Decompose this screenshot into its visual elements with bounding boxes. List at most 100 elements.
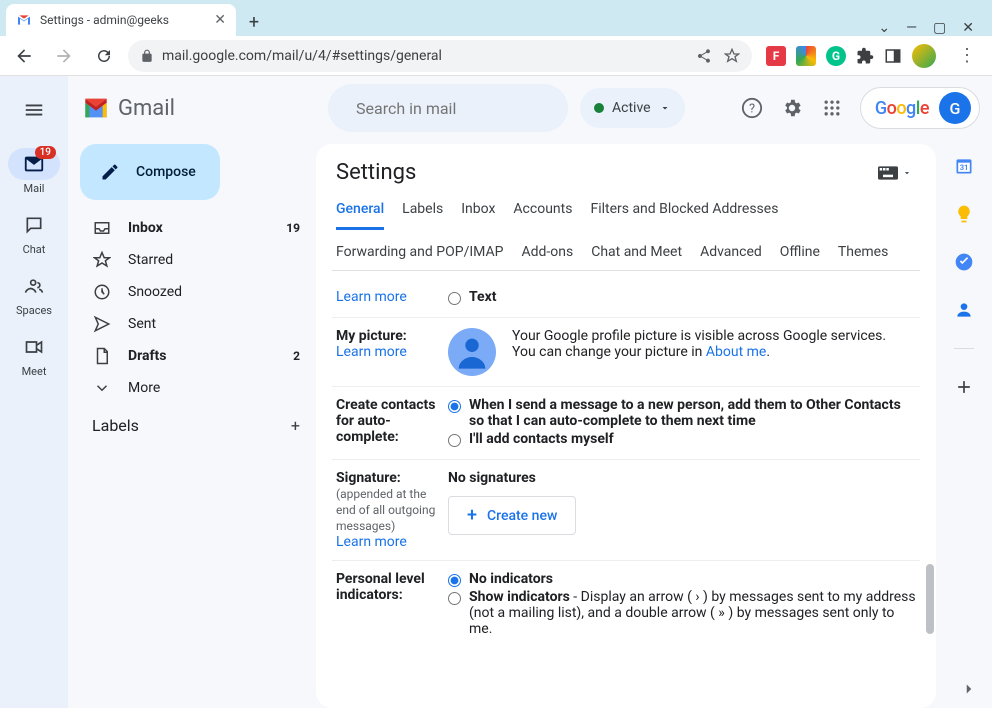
tab-offline[interactable]: Offline (780, 244, 820, 270)
folder-sent[interactable]: Sent (76, 308, 316, 340)
side-panel-icon[interactable] (884, 47, 902, 65)
folder-inbox[interactable]: Inbox 19 (76, 212, 316, 244)
folder-drafts[interactable]: Drafts 2 (76, 340, 316, 372)
minimize-icon[interactable]: — (906, 20, 917, 36)
main-menu-icon[interactable] (12, 88, 56, 132)
browser-tab[interactable]: Settings - admin@geeks ✕ (6, 4, 236, 36)
drop-icon[interactable]: ⌄ (878, 20, 890, 36)
contacts-manual-radio[interactable] (448, 434, 461, 447)
labels-header: Labels + (68, 404, 316, 443)
status-chip[interactable]: Active (580, 88, 685, 128)
tab-filters[interactable]: Filters and Blocked Addresses (590, 201, 778, 230)
tab-forwarding[interactable]: Forwarding and POP/IMAP (336, 244, 503, 270)
tasks-app-icon[interactable] (954, 252, 974, 272)
reload-button[interactable] (88, 40, 120, 72)
scrollbar-thumb[interactable] (926, 564, 934, 634)
text-radio[interactable] (448, 292, 461, 305)
chrome-profile-avatar[interactable] (912, 44, 936, 68)
calendar-app-icon[interactable]: 31 (954, 156, 974, 176)
maximize-icon[interactable]: ▢ (933, 20, 946, 36)
apps-icon[interactable] (820, 96, 844, 120)
show-indicators-radio[interactable] (448, 592, 461, 605)
create-signature-button[interactable]: + Create new (448, 496, 576, 535)
folder-snoozed[interactable]: Snoozed (76, 276, 316, 308)
tab-themes[interactable]: Themes (838, 244, 888, 270)
close-window-icon[interactable]: ✕ (962, 20, 974, 36)
forward-button[interactable] (48, 40, 80, 72)
bookmark-icon[interactable] (724, 48, 740, 64)
rail-label: Mail (24, 182, 45, 195)
ext-chrome-icon[interactable] (796, 46, 816, 66)
plus-icon: + (467, 505, 477, 526)
contacts-option-auto[interactable]: When I send a message to a new person, a… (448, 397, 916, 429)
contacts-auto-radio[interactable] (448, 400, 461, 413)
about-me-link[interactable]: About me (706, 344, 766, 360)
tab-accounts[interactable]: Accounts (513, 201, 572, 230)
search-input[interactable] (356, 99, 559, 118)
url-text: mail.google.com/mail/u/4/#settings/gener… (162, 48, 442, 64)
share-icon[interactable] (696, 48, 712, 64)
add-label-button[interactable]: + (291, 416, 300, 435)
learn-more-link[interactable]: Learn more (336, 344, 407, 360)
star-icon (92, 251, 112, 269)
contacts-option-manual[interactable]: I'll add contacts myself (448, 431, 916, 447)
spaces-icon (24, 276, 44, 296)
tab-advanced[interactable]: Advanced (700, 244, 762, 270)
rail-meet[interactable]: Meet (8, 325, 60, 384)
extensions-icon[interactable] (856, 47, 874, 65)
add-app-icon[interactable] (954, 377, 974, 397)
address-bar[interactable]: mail.google.com/mail/u/4/#settings/gener… (128, 40, 752, 72)
rail-mail[interactable]: 19 Mail (8, 142, 60, 201)
svg-text:31: 31 (960, 163, 969, 172)
google-account-box[interactable]: Google G (860, 87, 980, 129)
close-tab-icon[interactable]: ✕ (214, 12, 226, 28)
browser-toolbar: mail.google.com/mail/u/4/#settings/gener… (0, 36, 992, 76)
gmail-logo-icon (80, 92, 112, 124)
settings-title: Settings (336, 160, 416, 185)
pencil-icon (100, 162, 120, 182)
gmail-logo-text: Gmail (118, 96, 175, 121)
tab-chat[interactable]: Chat and Meet (591, 244, 682, 270)
account-avatar[interactable]: G (939, 92, 971, 124)
ext-grammarly-icon[interactable]: G (826, 46, 846, 66)
profile-picture[interactable] (448, 328, 496, 376)
file-icon (92, 347, 112, 365)
folder-starred[interactable]: Starred (76, 244, 316, 276)
tab-labels[interactable]: Labels (402, 201, 443, 230)
settings-body: Learn more Text My picture: Learn more (332, 271, 920, 671)
input-tools-button[interactable] (878, 166, 912, 180)
new-tab-button[interactable]: + (240, 8, 268, 36)
indicators-none[interactable]: No indicators (448, 571, 916, 587)
folder-list: Inbox 19 Starred Snoozed Sent Drafts 2 (68, 212, 316, 404)
chevron-down-icon (659, 102, 671, 114)
chat-icon (24, 215, 44, 235)
ext-flipboard-icon[interactable]: F (766, 46, 786, 66)
send-icon (92, 315, 112, 333)
learn-more-link[interactable]: Learn more (336, 534, 407, 550)
no-signatures-text: No signatures (448, 470, 536, 486)
option-text[interactable]: Text (448, 289, 916, 305)
window-controls: ⌄ — ▢ ✕ (878, 20, 986, 36)
search-bar[interactable] (328, 84, 568, 132)
learn-more-link[interactable]: Learn more (336, 289, 407, 305)
rail-label: Chat (23, 243, 46, 256)
tab-addons[interactable]: Add-ons (521, 244, 573, 270)
indicators-show[interactable]: Show indicators - Display an arrow ( › )… (448, 589, 916, 637)
browser-tab-bar: Settings - admin@geeks ✕ + ⌄ — ▢ ✕ (0, 0, 992, 36)
tab-inbox[interactable]: Inbox (461, 201, 495, 230)
back-button[interactable] (8, 40, 40, 72)
compose-button[interactable]: Compose (80, 144, 220, 200)
chrome-menu-icon[interactable]: ⋮ (950, 45, 984, 66)
folder-more[interactable]: More (76, 372, 316, 404)
contacts-app-icon[interactable] (954, 300, 974, 320)
no-indicators-radio[interactable] (448, 574, 461, 587)
panel-collapse-icon[interactable] (960, 680, 978, 698)
chevron-down-icon (902, 168, 912, 178)
rail-chat[interactable]: Chat (8, 203, 60, 262)
rail-spaces[interactable]: Spaces (8, 264, 60, 323)
keep-app-icon[interactable] (954, 204, 974, 224)
tab-general[interactable]: General (336, 201, 384, 230)
settings-icon[interactable] (780, 96, 804, 120)
support-icon[interactable]: ? (740, 96, 764, 120)
compose-label: Compose (136, 164, 196, 180)
